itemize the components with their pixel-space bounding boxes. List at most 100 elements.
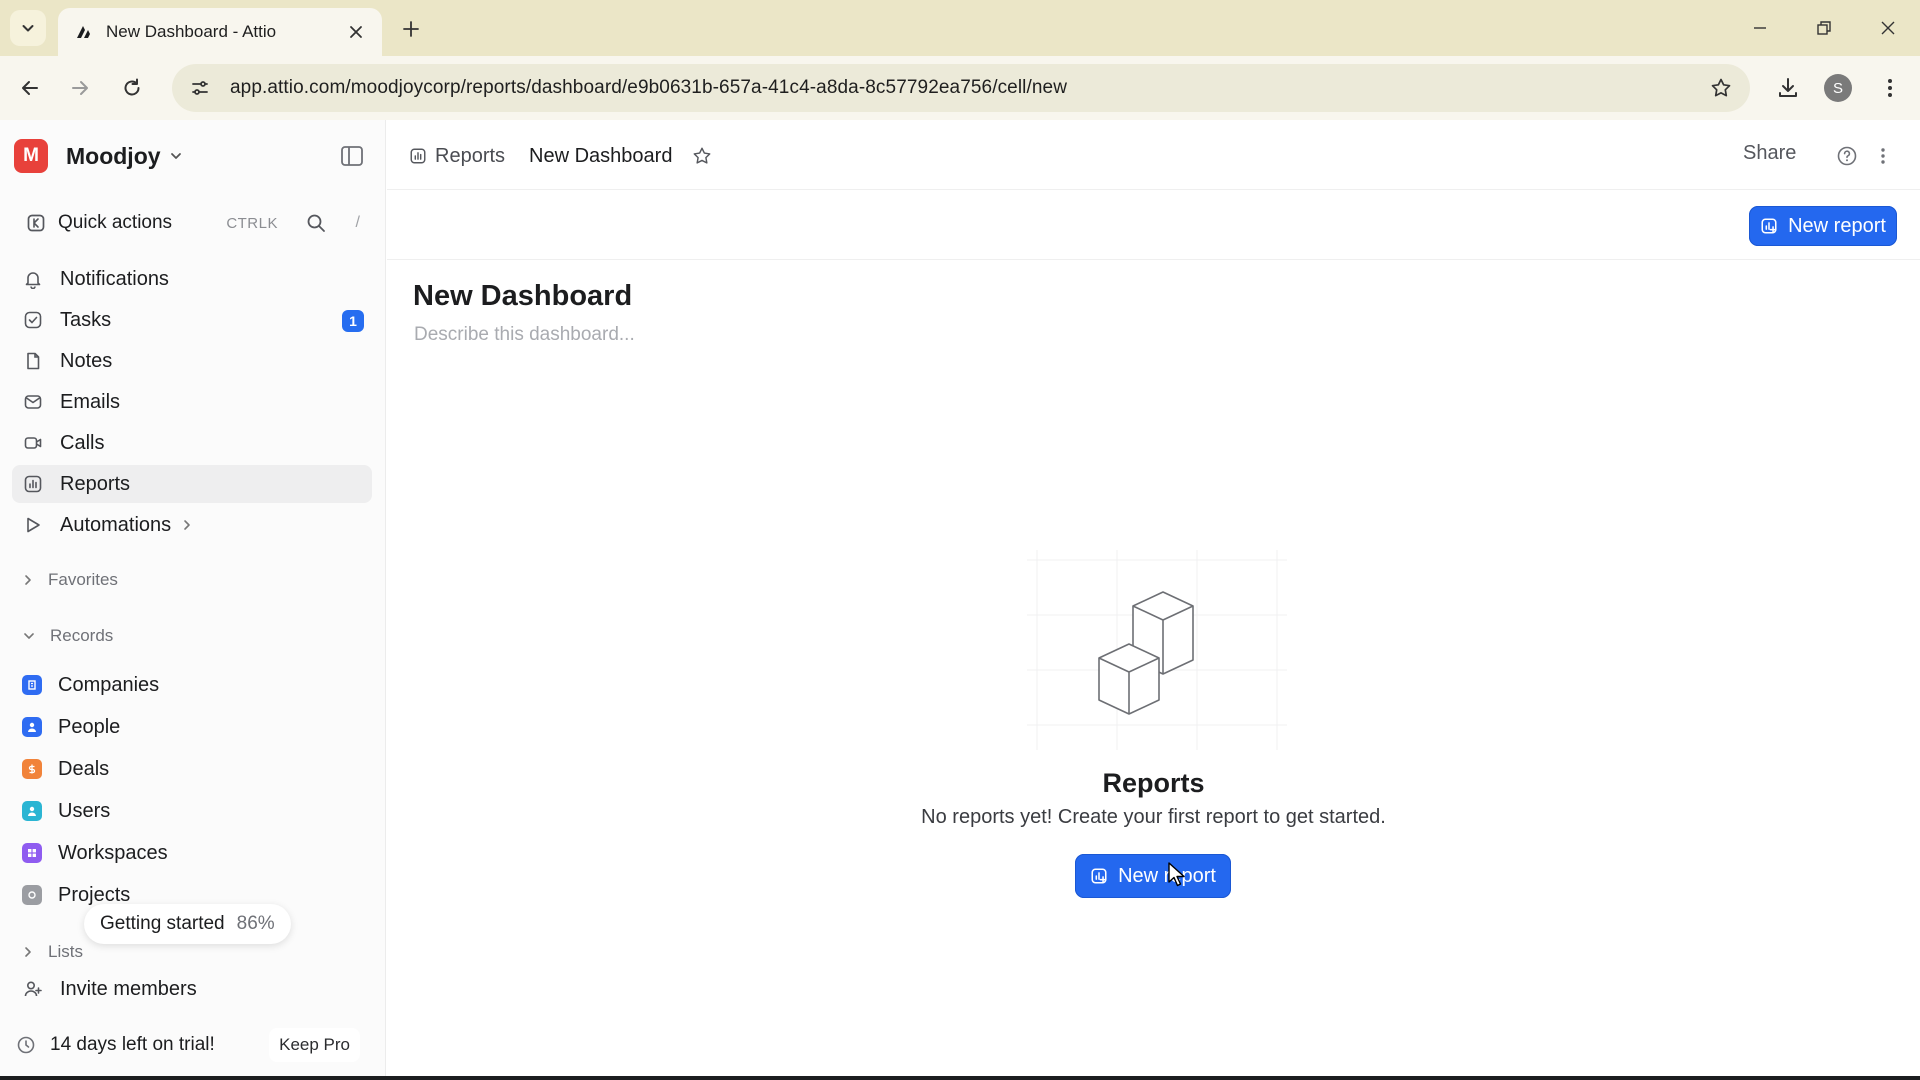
help-icon[interactable] (1835, 144, 1859, 168)
forward-button[interactable] (62, 70, 98, 106)
sidebar-item-automations[interactable]: Automations (12, 506, 372, 544)
sidebar-item-label: Automations (60, 513, 172, 536)
sidebar-item-label: Emails (60, 390, 121, 413)
chevron-down-icon (22, 630, 36, 642)
new-report-icon (1090, 867, 1108, 885)
empty-state-title: Reports (1102, 768, 1205, 798)
restore-button[interactable] (1804, 10, 1844, 46)
sidebar-item-label: Calls (60, 431, 105, 454)
sidebar-item-users[interactable]: Users (12, 792, 372, 830)
browser-menu-button[interactable] (1872, 70, 1908, 106)
arrow-right-icon (72, 81, 88, 95)
lists-section-toggle[interactable]: Lists (22, 938, 83, 966)
trial-label: 14 days left on trial! (50, 1034, 215, 1055)
dashboard-description-input[interactable]: Describe this dashboard... (414, 324, 635, 346)
person-icon (22, 717, 42, 737)
empty-state-cubes-illustration (1027, 550, 1287, 750)
favorites-label: Favorites (48, 570, 118, 589)
restore-icon (1817, 21, 1831, 35)
command-icon (26, 213, 46, 233)
chevron-down-icon (22, 25, 34, 32)
close-tab-icon[interactable] (344, 20, 368, 44)
workspace-name: Moodjoy (66, 142, 161, 169)
invite-members-label: Invite members (60, 977, 197, 1000)
sidebar-item-notifications[interactable]: Notifications (12, 260, 372, 298)
download-icon (1779, 78, 1797, 97)
address-bar[interactable]: app.attio.com/moodjoycorp/reports/dashbo… (172, 64, 1750, 112)
breadcrumb: Reports New Dashboard (409, 142, 712, 170)
chevron-right-icon (22, 573, 34, 587)
lists-label: Lists (48, 942, 83, 961)
sidebar-item-label: Users (58, 799, 111, 822)
sidebar-item-emails[interactable]: Emails (12, 383, 372, 421)
minimize-button[interactable] (1740, 10, 1780, 46)
breadcrumb-current[interactable]: New Dashboard (529, 145, 672, 168)
sidebar-item-label: Notes (60, 349, 113, 372)
tab-title: New Dashboard - Attio (106, 22, 277, 41)
sidebar-item-companies[interactable]: Companies (12, 666, 372, 704)
sidebar-item-label: Notifications (60, 267, 169, 290)
sidebar: M Moodjoy Quick actions CTRLK / Notifica… (0, 120, 386, 1076)
chevron-down-icon (169, 149, 183, 163)
more-options-icon[interactable] (1875, 144, 1891, 168)
getting-started-pill[interactable]: Getting started 86% (84, 904, 291, 944)
records-label: Records (50, 626, 114, 645)
new-report-icon (1760, 217, 1778, 235)
tasks-count-badge: 1 (342, 310, 364, 332)
sidebar-toggle-icon (341, 146, 363, 166)
mouse-cursor-icon (1168, 862, 1185, 887)
sidebar-item-calls[interactable]: Calls (12, 424, 372, 462)
browser-toolbar: app.attio.com/moodjoycorp/reports/dashbo… (0, 56, 1920, 120)
browser-tabstrip: New Dashboard - Attio (0, 0, 1920, 56)
share-button[interactable]: Share (1743, 142, 1796, 165)
new-report-button[interactable]: New report (1075, 854, 1231, 898)
action-bar: New report (387, 190, 1920, 260)
sidebar-item-label: Deals (58, 757, 110, 780)
workspaces-icon (22, 843, 42, 863)
favorite-star-icon[interactable] (692, 146, 712, 166)
browser-tab[interactable]: New Dashboard - Attio (58, 8, 382, 56)
breadcrumb-reports-link[interactable]: Reports (409, 145, 505, 168)
companies-icon (22, 675, 42, 695)
attio-favicon-icon (72, 21, 94, 43)
chevron-right-icon (22, 945, 34, 959)
search-button[interactable]: / (298, 200, 370, 246)
sidebar-item-notes[interactable]: Notes (12, 342, 372, 380)
checkbox-icon (22, 309, 44, 331)
dashboard-title[interactable]: New Dashboard (413, 280, 632, 313)
profile-button[interactable]: S (1820, 70, 1856, 106)
workspace-logo: M (14, 139, 48, 173)
records-section-toggle[interactable]: Records (22, 622, 113, 650)
invite-members-button[interactable]: Invite members (12, 970, 372, 1008)
sidebar-item-label: Tasks (60, 308, 112, 331)
chevron-right-icon (181, 518, 193, 532)
sidebar-item-deals[interactable]: Deals (12, 750, 372, 788)
bookmark-star-icon[interactable] (1706, 73, 1736, 103)
new-report-label: New report (1788, 214, 1886, 237)
reload-button[interactable] (114, 70, 150, 106)
back-button[interactable] (12, 70, 48, 106)
reload-icon (124, 78, 140, 96)
note-icon (22, 350, 44, 372)
deals-icon (22, 759, 42, 779)
new-report-button-top[interactable]: New report (1749, 206, 1897, 246)
bell-icon (22, 268, 44, 290)
tab-search-button[interactable] (10, 10, 46, 46)
workspace-switcher[interactable]: M Moodjoy (14, 138, 374, 174)
sidebar-item-people[interactable]: People (12, 708, 372, 746)
close-window-button[interactable] (1868, 10, 1908, 46)
minimize-icon (1754, 27, 1766, 29)
new-tab-button[interactable] (396, 14, 426, 44)
sidebar-item-reports[interactable]: Reports (12, 465, 372, 503)
collapse-sidebar-button[interactable] (339, 144, 365, 168)
empty-state-subtitle: No reports yet! Create your first report… (921, 806, 1386, 828)
sidebar-item-tasks[interactable]: Tasks 1 (12, 301, 372, 339)
profile-avatar: S (1824, 74, 1852, 102)
sidebar-item-workspaces[interactable]: Workspaces (12, 834, 372, 872)
quick-actions-button[interactable]: Quick actions CTRLK (16, 200, 288, 246)
downloads-button[interactable] (1770, 70, 1806, 106)
site-settings-icon[interactable] (180, 68, 220, 108)
favorites-section-toggle[interactable]: Favorites (22, 566, 118, 594)
keep-pro-button[interactable]: Keep Pro (269, 1028, 360, 1062)
search-icon (307, 214, 325, 232)
